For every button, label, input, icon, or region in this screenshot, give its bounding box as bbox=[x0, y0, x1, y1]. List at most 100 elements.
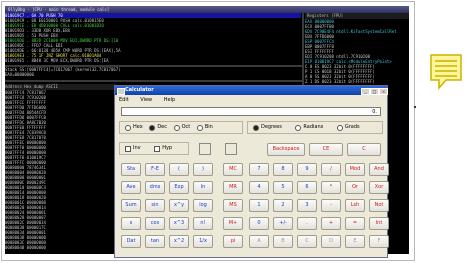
debugger-title: OllyDbg - [CPU - main thread, module cal… bbox=[5, 6, 409, 13]
calculator-title-bar[interactable]: Calculator bbox=[115, 86, 387, 95]
calc-key-b[interactable]: B bbox=[273, 235, 293, 248]
calc-key-9[interactable]: 9 bbox=[297, 163, 317, 176]
maximize-button[interactable]: □ bbox=[370, 88, 379, 95]
radio-hex[interactable]: Hex bbox=[125, 122, 143, 133]
radio-hex-dot bbox=[125, 124, 131, 131]
calc-key-x-2[interactable]: x^2 bbox=[169, 235, 189, 248]
calc-key-tan[interactable]: tan bbox=[145, 235, 165, 248]
radio-dec[interactable]: Dec bbox=[149, 122, 167, 133]
calc-key-x-3[interactable]: x^3 bbox=[169, 217, 189, 230]
calc-key-dat[interactable]: Dat bbox=[121, 235, 141, 248]
calc-key-[interactable]: ( bbox=[169, 163, 189, 176]
calc-key-exp[interactable]: Exp bbox=[169, 181, 189, 194]
calc-key-e[interactable]: E bbox=[345, 235, 365, 248]
cpu-line[interactable]: 010019E5 . 8B48 3C MOV ECX,DWORD PTR DS:… bbox=[5, 58, 301, 63]
calc-key-[interactable]: . bbox=[297, 217, 317, 230]
calc-key-x-y[interactable]: x^y bbox=[169, 199, 189, 212]
radio-bin-label: Bin bbox=[204, 124, 213, 130]
radio-bin-dot bbox=[196, 124, 203, 131]
calc-key-sum[interactable]: Sum bbox=[121, 199, 141, 212]
calc-key-[interactable]: ) bbox=[193, 163, 213, 176]
hyp-checkbox-box bbox=[154, 145, 161, 152]
calc-key-[interactable]: = bbox=[345, 217, 365, 230]
calc-key-not[interactable]: Not bbox=[369, 199, 389, 212]
calc-key-mod[interactable]: Mod bbox=[345, 163, 365, 176]
calc-key-dms[interactable]: dms bbox=[145, 181, 165, 194]
calculator-title: Calculator bbox=[125, 87, 154, 93]
calc-key-1-x[interactable]: 1/x bbox=[193, 235, 213, 248]
calc-key-[interactable]: * bbox=[321, 181, 341, 194]
calc-key-f[interactable]: F bbox=[369, 235, 389, 248]
clear-button[interactable]: C bbox=[347, 143, 381, 156]
inv-checkbox[interactable]: Inv bbox=[125, 143, 141, 154]
radio-oct-dot bbox=[173, 124, 180, 131]
radio-grads[interactable]: Grads bbox=[336, 122, 360, 133]
calc-key-[interactable]: / bbox=[321, 163, 341, 176]
calc-key-sta[interactable]: Sta bbox=[121, 163, 141, 176]
radio-oct-label: Oct bbox=[181, 124, 191, 130]
calc-key-int[interactable]: Int bbox=[369, 217, 389, 230]
calc-key-7[interactable]: 7 bbox=[249, 163, 269, 176]
radio-degrees[interactable]: Degrees bbox=[253, 122, 282, 133]
radio-radians[interactable]: Radians bbox=[295, 122, 323, 133]
calculator-display: 0. bbox=[121, 107, 381, 116]
memory-indicator bbox=[225, 143, 237, 155]
radio-oct[interactable]: Oct bbox=[173, 122, 191, 133]
calc-key-6[interactable]: 6 bbox=[297, 181, 317, 194]
calc-key-s[interactable]: s bbox=[121, 217, 141, 230]
note-icon[interactable] bbox=[430, 54, 462, 90]
calc-key-ms[interactable]: MS bbox=[223, 199, 243, 212]
minimize-button[interactable]: _ bbox=[361, 88, 370, 95]
calc-key-m[interactable]: M+ bbox=[223, 217, 243, 230]
calc-key-pi[interactable]: pi bbox=[223, 235, 243, 248]
calc-key-1[interactable]: 1 bbox=[249, 199, 269, 212]
calc-key-0[interactable]: 0 bbox=[249, 217, 269, 230]
pane-divider[interactable] bbox=[5, 80, 302, 82]
calc-key-lsh[interactable]: Lsh bbox=[345, 199, 365, 212]
radio-radians-label: Radians bbox=[303, 124, 324, 130]
calc-key-a[interactable]: A bbox=[249, 235, 269, 248]
menu-help[interactable]: Help bbox=[164, 97, 175, 103]
calc-key-ln[interactable]: ln bbox=[193, 181, 213, 194]
hyp-checkbox[interactable]: Hyp bbox=[154, 143, 172, 154]
registers-pane[interactable]: Registers (FPU) EAX 00000000 ECX 0007FFB… bbox=[305, 13, 409, 85]
calc-key-mr[interactable]: MR bbox=[223, 181, 243, 194]
menu-edit[interactable]: Edit bbox=[119, 97, 129, 103]
calc-key-8[interactable]: 8 bbox=[273, 163, 293, 176]
calc-key-[interactable]: +/- bbox=[273, 217, 293, 230]
backspace-button[interactable]: Backspace bbox=[267, 143, 305, 156]
calc-key-3[interactable]: 3 bbox=[297, 199, 317, 212]
cpu-disassembly-pane[interactable]: 010019C7 . 6A 70 PUSH 70 010019C9 . 68 E… bbox=[5, 13, 301, 65]
calc-key-f-e[interactable]: F-E bbox=[145, 163, 165, 176]
close-button[interactable]: × bbox=[379, 88, 388, 95]
menu-view[interactable]: View bbox=[140, 97, 152, 103]
radio-bin[interactable]: Bin bbox=[196, 122, 213, 133]
calc-key-[interactable]: + bbox=[321, 217, 341, 230]
calc-key-5[interactable]: 5 bbox=[273, 181, 293, 194]
inv-checkbox-box bbox=[125, 145, 131, 152]
calc-key-xor[interactable]: Xor bbox=[369, 181, 389, 194]
calc-key-[interactable]: - bbox=[321, 199, 341, 212]
calc-key-log[interactable]: log bbox=[193, 199, 213, 212]
inv-hyp-group: Inv Hyp bbox=[119, 142, 189, 155]
calculator-window: Calculator _ □ × Edit View Help 0. Hex D… bbox=[114, 85, 389, 258]
info-line: EAX=00000000 bbox=[5, 72, 34, 77]
clear-entry-button[interactable]: CE bbox=[309, 143, 343, 156]
dump-line[interactable]: 00080040 00000000 bbox=[5, 245, 117, 250]
parenthesis-indicator bbox=[199, 143, 211, 155]
stack-dump-pane[interactable]: Address Hex dump ASCII 0007FFC4 7C817067… bbox=[5, 84, 117, 254]
calc-key-or[interactable]: Or bbox=[345, 181, 365, 194]
calc-key-sin[interactable]: sin bbox=[145, 199, 165, 212]
calc-key-d[interactable]: D bbox=[321, 235, 341, 248]
calc-key-c[interactable]: C bbox=[297, 235, 317, 248]
calc-key-mc[interactable]: MC bbox=[223, 163, 243, 176]
calc-key-2[interactable]: 2 bbox=[273, 199, 293, 212]
calc-key-ave[interactable]: Ave bbox=[121, 181, 141, 194]
radio-dec-dot bbox=[149, 124, 156, 131]
calc-key-and[interactable]: And bbox=[369, 163, 389, 176]
calc-key-n[interactable]: n! bbox=[193, 217, 213, 230]
angle-mode-group: Degrees Radians Grads bbox=[247, 121, 383, 134]
register-line[interactable]: Z 1 DS 0023 32bit 0(FFFFFFFF) bbox=[305, 79, 409, 84]
calc-key-4[interactable]: 4 bbox=[249, 181, 269, 194]
calc-key-cos[interactable]: cos bbox=[145, 217, 165, 230]
